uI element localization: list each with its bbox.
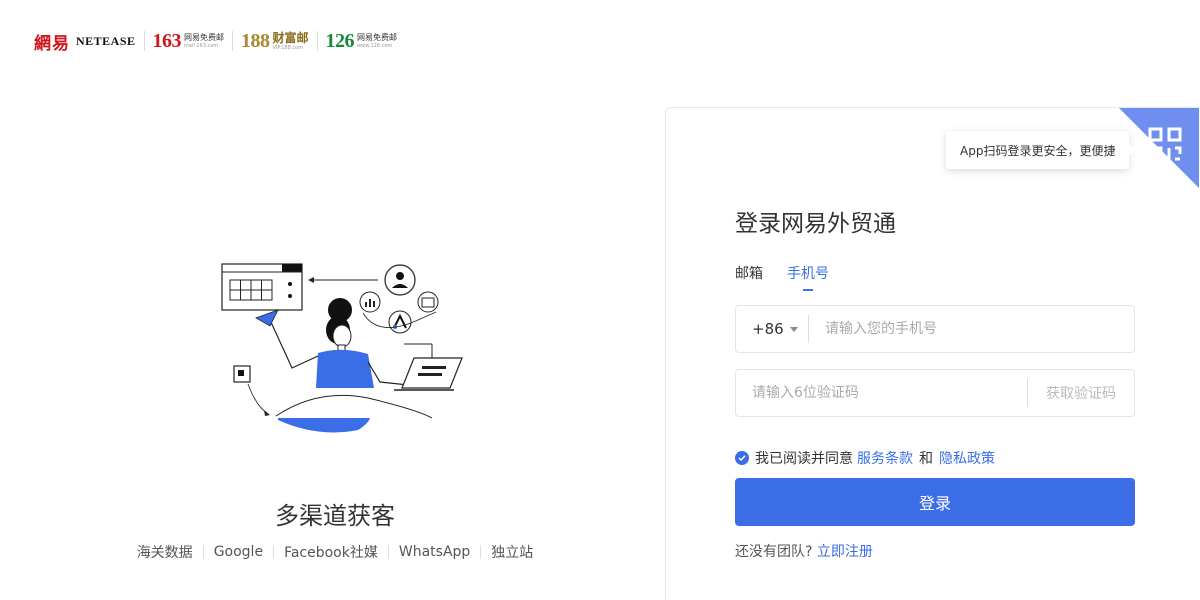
brand-126-logo[interactable]: 126 网易免费邮 www.126.com: [318, 29, 406, 52]
phone-field: +86: [735, 305, 1135, 353]
verification-code-input[interactable]: [736, 370, 1027, 416]
check-icon: [738, 455, 746, 462]
brand-188-name: 财富邮: [272, 30, 309, 45]
brand-188-logo[interactable]: 188 财富邮 VIP.188.com: [233, 29, 318, 52]
agreement-and: 和: [919, 451, 933, 467]
caret-down-icon: [789, 326, 798, 332]
qr-tooltip: App扫码登录更安全，更便捷: [946, 131, 1136, 169]
no-team-text: 还没有团队?: [735, 544, 813, 560]
brand-188-domain: VIP.188.com: [272, 44, 304, 51]
brand-126-name: 网易免费邮: [357, 32, 398, 42]
promo-tag-customs-data: 海关数据: [136, 545, 193, 561]
agree-checkbox[interactable]: [735, 451, 749, 465]
promo-title: 多渠道获客: [275, 502, 395, 530]
promo-tag-independent-site: 独立站: [491, 545, 534, 561]
brand-126-domain: www.126.com: [357, 42, 393, 49]
brand-163-logo[interactable]: 163 网易免费邮 mail.163.com: [145, 29, 234, 52]
register-row: 还没有团队? 立即注册: [735, 541, 873, 561]
country-code-select[interactable]: +86: [736, 306, 808, 352]
tab-phone[interactable]: 手机号: [787, 263, 829, 291]
netease-logo-en: NETEASE: [76, 33, 136, 48]
promo-tag-facebook: Facebook社媒: [284, 545, 378, 561]
country-code-value: +86: [752, 320, 784, 338]
brand-163-number: 163: [152, 29, 182, 52]
tab-email[interactable]: 邮箱: [735, 263, 763, 291]
code-field: 获取验证码: [735, 369, 1135, 417]
promo-tag-whatsapp: WhatsApp: [398, 544, 471, 560]
promo-illustration: [221, 263, 463, 433]
login-button[interactable]: 登录: [735, 478, 1135, 526]
promo-tags: 海关数据 Google Facebook社媒 WhatsApp 独立站: [0, 542, 670, 562]
terms-link[interactable]: 服务条款: [857, 448, 913, 468]
agreement-row: 我已阅读并同意 服务条款 和 隐私政策: [735, 448, 999, 468]
brand-163-name: 网易免费邮: [184, 32, 225, 42]
phone-input[interactable]: [809, 306, 1134, 352]
get-code-button[interactable]: 获取验证码: [1028, 383, 1134, 403]
login-card: App扫码登录更安全，更便捷 登录网易外贸通 邮箱 手机号 +86 获取验证码 …: [665, 107, 1200, 600]
privacy-link[interactable]: 隐私政策: [939, 448, 995, 468]
register-link[interactable]: 立即注册: [817, 544, 873, 560]
logo-bar: 網易 NETEASE 163 网易免费邮 mail.163.com 188 财富…: [34, 28, 405, 54]
agreement-text: 我已阅读并同意: [755, 451, 853, 467]
brand-188-number: 188: [241, 29, 270, 52]
netease-logo-cn: 網易: [34, 33, 70, 54]
login-tabs: 邮箱 手机号: [735, 263, 829, 291]
netease-logo[interactable]: 網易 NETEASE: [34, 31, 145, 54]
brand-163-domain: mail.163.com: [184, 42, 219, 49]
promo-tag-google: Google: [213, 544, 264, 560]
login-title: 登录网易外贸通: [735, 211, 896, 237]
brand-126-number: 126: [325, 29, 355, 52]
